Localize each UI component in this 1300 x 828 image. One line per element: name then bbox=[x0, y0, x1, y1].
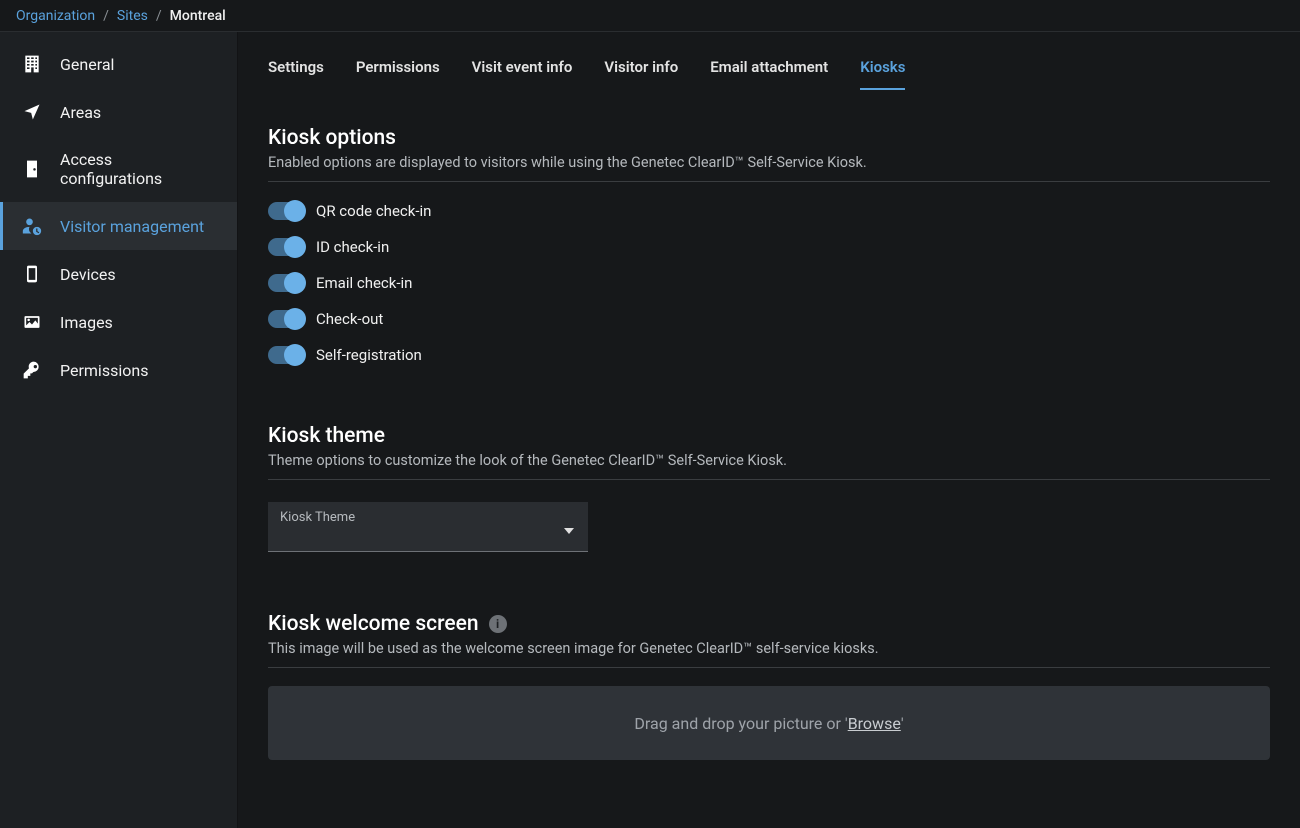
toggle-label: Self-registration bbox=[316, 346, 422, 364]
breadcrumb-sep: / bbox=[103, 8, 109, 24]
section-title-text: Kiosk welcome screen bbox=[268, 612, 479, 636]
tab-kiosks[interactable]: Kiosks bbox=[860, 48, 905, 90]
welcome-image-dropzone[interactable]: Drag and drop your picture or 'Browse' bbox=[268, 686, 1270, 760]
section-title-kiosk-theme: Kiosk theme bbox=[268, 424, 1270, 448]
section-title-kiosk-welcome: Kiosk welcome screen i bbox=[268, 612, 1270, 636]
section-desc-kiosk-welcome: This image will be used as the welcome s… bbox=[268, 640, 1270, 668]
tab-email-attachment[interactable]: Email attachment bbox=[710, 48, 828, 90]
building-icon bbox=[22, 54, 42, 74]
toggle-label: Check-out bbox=[316, 310, 383, 328]
toggle-id-checkin[interactable] bbox=[268, 238, 304, 256]
tabs: Settings Permissions Visit event info Vi… bbox=[268, 48, 1270, 90]
breadcrumb-current: Montreal bbox=[170, 8, 226, 24]
section-kiosk-options: Kiosk options Enabled options are displa… bbox=[268, 126, 1270, 364]
toggle-row-email-checkin: Email check-in bbox=[268, 274, 1270, 292]
door-icon bbox=[22, 159, 42, 179]
sidebar-item-label: Permissions bbox=[60, 361, 148, 380]
tab-permissions[interactable]: Permissions bbox=[356, 48, 440, 90]
sidebar-item-label: Devices bbox=[60, 265, 116, 284]
info-icon[interactable]: i bbox=[489, 615, 507, 633]
location-arrow-icon bbox=[22, 102, 42, 122]
visitor-clock-icon bbox=[22, 216, 42, 236]
section-desc-kiosk-theme: Theme options to customize the look of t… bbox=[268, 452, 1270, 480]
toggle-row-id-checkin: ID check-in bbox=[268, 238, 1270, 256]
toggle-qr-code-checkin[interactable] bbox=[268, 202, 304, 220]
toggle-label: QR code check-in bbox=[316, 202, 431, 220]
browse-link[interactable]: Browse bbox=[848, 714, 901, 733]
toggle-self-registration[interactable] bbox=[268, 346, 304, 364]
section-kiosk-theme: Kiosk theme Theme options to customize t… bbox=[268, 424, 1270, 552]
section-title-kiosk-options: Kiosk options bbox=[268, 126, 1270, 150]
sidebar-item-permissions[interactable]: Permissions bbox=[0, 346, 237, 394]
key-icon bbox=[22, 360, 42, 380]
breadcrumb-organization[interactable]: Organization bbox=[16, 8, 95, 24]
toggle-label: Email check-in bbox=[316, 274, 412, 292]
sidebar-item-access-configurations[interactable]: Access configurations bbox=[0, 136, 237, 202]
device-icon bbox=[22, 264, 42, 284]
main-content: Settings Permissions Visit event info Vi… bbox=[238, 32, 1300, 828]
select-label: Kiosk Theme bbox=[280, 510, 576, 525]
toggle-checkout[interactable] bbox=[268, 310, 304, 328]
sidebar-item-label: Images bbox=[60, 313, 113, 332]
toggle-row-qr-code: QR code check-in bbox=[268, 202, 1270, 220]
tab-visit-event-info[interactable]: Visit event info bbox=[472, 48, 573, 90]
tab-settings[interactable]: Settings bbox=[268, 48, 324, 90]
sidebar-item-label: General bbox=[60, 55, 114, 74]
sidebar-item-general[interactable]: General bbox=[0, 40, 237, 88]
sidebar: General Areas Access configurations Visi… bbox=[0, 32, 238, 828]
section-kiosk-welcome: Kiosk welcome screen i This image will b… bbox=[268, 612, 1270, 760]
sidebar-item-images[interactable]: Images bbox=[0, 298, 237, 346]
breadcrumb: Organization / Sites / Montreal bbox=[0, 0, 1300, 32]
sidebar-item-label: Access configurations bbox=[60, 150, 215, 188]
breadcrumb-sites[interactable]: Sites bbox=[117, 8, 148, 24]
kiosk-theme-select[interactable]: Kiosk Theme bbox=[268, 502, 588, 552]
toggle-row-self-registration: Self-registration bbox=[268, 346, 1270, 364]
tab-visitor-info[interactable]: Visitor info bbox=[604, 48, 678, 90]
sidebar-item-label: Areas bbox=[60, 103, 101, 122]
sidebar-item-devices[interactable]: Devices bbox=[0, 250, 237, 298]
sidebar-item-visitor-management[interactable]: Visitor management bbox=[0, 202, 237, 250]
toggle-row-checkout: Check-out bbox=[268, 310, 1270, 328]
images-icon bbox=[22, 312, 42, 332]
dropzone-text-end: ' bbox=[901, 714, 904, 733]
toggle-list: QR code check-in ID check-in Email check… bbox=[268, 202, 1270, 364]
sidebar-item-areas[interactable]: Areas bbox=[0, 88, 237, 136]
toggle-label: ID check-in bbox=[316, 238, 389, 256]
dropzone-text: Drag and drop your picture or ' bbox=[634, 714, 847, 733]
toggle-email-checkin[interactable] bbox=[268, 274, 304, 292]
breadcrumb-sep: / bbox=[156, 8, 162, 24]
chevron-down-icon bbox=[564, 528, 574, 534]
section-desc-kiosk-options: Enabled options are displayed to visitor… bbox=[268, 154, 1270, 182]
sidebar-item-label: Visitor management bbox=[60, 217, 204, 236]
